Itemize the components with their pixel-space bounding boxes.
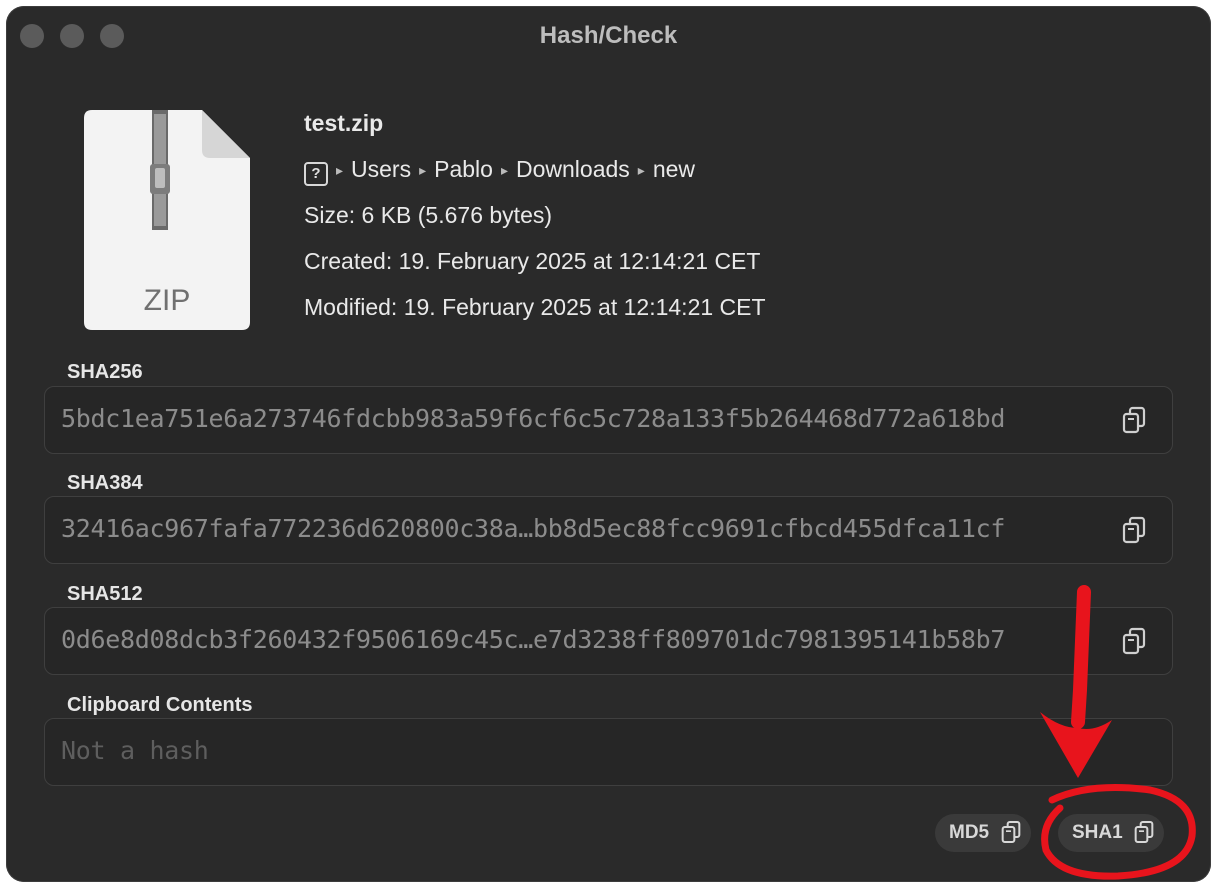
sha512-field[interactable]: 0d6e8d08dcb3f260432f9506169c45c…e7d3238f… [44, 607, 1173, 675]
copy-icon [1134, 821, 1154, 843]
sha512-value[interactable]: 0d6e8d08dcb3f260432f9506169c45c…e7d3238f… [61, 625, 1102, 654]
breadcrumb-item[interactable]: new [653, 156, 695, 182]
sha384-value[interactable]: 32416ac967fafa772236d620800c38a…bb8d5ec8… [61, 514, 1102, 543]
sha512-label: SHA512 [67, 583, 143, 605]
copy-icon[interactable] [1122, 406, 1146, 434]
breadcrumb-item[interactable]: Downloads [516, 156, 630, 182]
zip-icon-label: ZIP [144, 284, 191, 317]
clipboard-field[interactable]: Not a hash [44, 718, 1173, 786]
copy-icon [1001, 821, 1021, 843]
sha256-label: SHA256 [67, 361, 143, 383]
md5-copy-button[interactable]: MD5 [935, 814, 1031, 852]
sha384-label: SHA384 [67, 472, 143, 494]
copy-icon[interactable] [1122, 516, 1146, 544]
file-size: Size: 6 KB (5.676 bytes) [304, 202, 553, 228]
clipboard-placeholder[interactable]: Not a hash [61, 736, 1102, 765]
chevron-right-icon: ▸ [637, 162, 645, 178]
file-path-breadcrumb: ? ▸ Users ▸ Pablo ▸ Downloads ▸ new [304, 146, 766, 192]
zip-file-icon: ZIP [84, 110, 250, 330]
breadcrumb-item[interactable]: Users [351, 156, 411, 182]
breadcrumb-item[interactable]: Pablo [434, 156, 493, 182]
chevron-right-icon: ▸ [419, 162, 427, 178]
window-title: Hash/Check [539, 22, 678, 49]
unknown-volume-icon: ? [304, 162, 328, 186]
sha1-copy-button[interactable]: SHA1 [1058, 814, 1164, 852]
chevron-right-icon: ▸ [336, 162, 344, 178]
sha256-field[interactable]: 5bdc1ea751e6a273746fdcbb983a59f6cf6c5c72… [44, 386, 1173, 454]
file-modified: Modified: 19. February 2025 at 12:14:21 … [304, 294, 766, 320]
hashcheck-window: Hash/Check ZIP test.zip ? ▸ Users ▸ Pablo ▸ Do… [6, 6, 1211, 882]
chevron-right-icon: ▸ [500, 162, 508, 178]
sha1-label: SHA1 [1072, 822, 1123, 843]
md5-label: MD5 [949, 822, 990, 843]
sha256-value[interactable]: 5bdc1ea751e6a273746fdcbb983a59f6cf6c5c72… [61, 404, 1102, 433]
copy-icon[interactable] [1122, 627, 1146, 655]
sha384-field[interactable]: 32416ac967fafa772236d620800c38a…bb8d5ec8… [44, 496, 1173, 564]
clipboard-label: Clipboard Contents [67, 694, 253, 716]
file-name: test.zip [304, 110, 384, 136]
file-created: Created: 19. February 2025 at 12:14:21 C… [304, 248, 761, 274]
title-bar: Hash/Check [6, 6, 1211, 62]
file-info: test.zip ? ▸ Users ▸ Pablo ▸ Downloads ▸ new Siz… [304, 100, 766, 330]
